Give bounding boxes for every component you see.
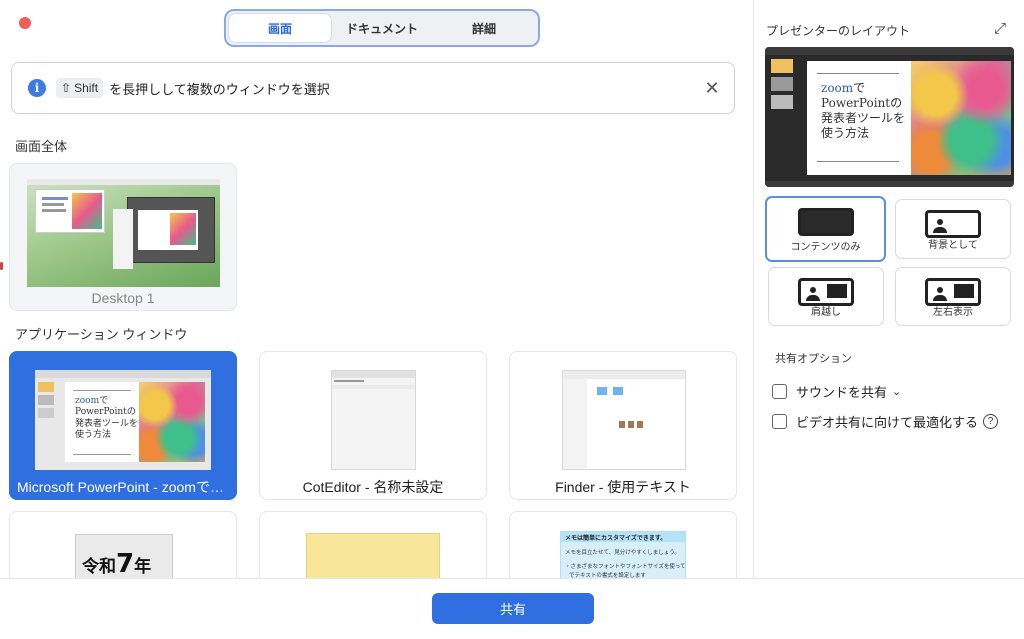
chevron-down-icon[interactable]: ⌄ [892, 385, 901, 398]
option-optimize-video: ビデオ共有に向けて最適化する ? [772, 412, 999, 431]
window-caption-powerpoint: Microsoft PowerPoint - zoomで… [17, 479, 224, 495]
preview-line3: 発表者ツールを [821, 111, 906, 125]
window-tile-coteditor[interactable]: CotEditor - 名称未設定 [259, 351, 487, 500]
banner-text: を長押しして複数のウィンドウを選択 [109, 81, 330, 97]
memo-line-2: メモを目立たせて、見分けやすくしましょう。 [565, 550, 680, 556]
shift-key-hint: ⇧ Shift [56, 78, 104, 98]
preview-line1-suffix: で [853, 81, 866, 95]
window-caption-coteditor: CotEditor - 名称未設定 [302, 479, 444, 495]
section-title-full-screen: 画面全体 [15, 139, 68, 154]
info-icon: i [28, 79, 46, 97]
side-by-side-icon [925, 278, 981, 306]
share-button[interactable]: 共有 [432, 593, 594, 624]
content-only-icon [797, 208, 854, 236]
coteditor-thumbnail [331, 370, 416, 470]
window-tile-powerpoint[interactable]: zoomで PowerPointの 発表者ツールを 使う方法 Microsoft… [9, 351, 237, 500]
tab-document[interactable]: ドキュメント [331, 14, 433, 42]
optimize-video-checkbox[interactable] [772, 414, 787, 429]
edge-marker [0, 262, 3, 270]
reiwa-suffix: 年 [134, 557, 152, 577]
share-sound-checkbox[interactable] [772, 384, 787, 399]
option-share-sound: サウンドを共有 ⌄ [772, 382, 901, 401]
finder-thumbnail [562, 370, 686, 470]
over-shoulder-icon [798, 278, 854, 306]
slide-line3: 発表者ツールを [75, 418, 139, 429]
shift-key-label: Shift [74, 81, 99, 95]
slide-zoom-text: zoom [75, 396, 100, 406]
layout-label-over-shoulder: 肩越し [811, 307, 841, 318]
desktop-tile[interactable]: Desktop 1 [9, 163, 237, 311]
slide-line2: PowerPointの [75, 407, 136, 418]
preview-line4: 使う方法 [821, 126, 870, 140]
expand-icon[interactable]: ⤢ [991, 19, 1009, 37]
preview-zoom-text: zoom [821, 81, 854, 95]
share-type-tabs: 画面 ドキュメント 詳細 [224, 9, 540, 47]
presenter-layout-title: プレゼンターのレイアウト [766, 24, 911, 38]
desktop-caption: Desktop 1 [91, 290, 155, 306]
share-options-title: 共有オプション [775, 353, 852, 365]
layout-label-content-only: コンテンツのみ [790, 242, 861, 253]
help-icon[interactable]: ? [983, 414, 999, 429]
slide-line4: 使う方法 [75, 429, 112, 440]
layout-side-by-side-button[interactable]: 左右表示 [895, 267, 1011, 326]
tab-screen[interactable]: 画面 [229, 14, 331, 42]
tab-advanced[interactable]: 詳細 [433, 14, 535, 42]
memo-line-1: メモは簡単にカスタマイズできます。 [565, 536, 667, 542]
desktop-thumbnail [27, 179, 220, 287]
layout-background-button[interactable]: 背景として [895, 199, 1011, 259]
slide-line1-suffix: で [99, 396, 109, 406]
close-icon[interactable]: ✕ [702, 78, 722, 98]
optimize-video-label[interactable]: ビデオ共有に向けて最適化する [796, 412, 978, 431]
layout-preview: zoomで PowerPointの 発表者ツールを 使う方法 [765, 47, 1014, 187]
info-banner: i ⇧ Shift を長押しして複数のウィンドウを選択 ✕ [11, 62, 735, 114]
layout-label-background: 背景として [928, 240, 978, 251]
window-caption-finder: Finder - 使用テキスト [555, 479, 691, 495]
reiwa-text: 令和 [82, 557, 116, 577]
shift-arrow-icon: ⇧ [61, 81, 72, 95]
layout-label-side-by-side: 左右表示 [933, 307, 973, 318]
preview-line2: PowerPointの [821, 96, 903, 110]
close-window-button[interactable] [19, 17, 31, 29]
section-title-app-windows: アプリケーション ウィンドウ [15, 327, 188, 342]
memo-line-3: ・さまざまなフォントやフォントサイズを使って [565, 564, 686, 570]
reiwa-number: 7 [116, 549, 135, 579]
background-layout-icon [925, 210, 981, 238]
powerpoint-thumbnail: zoomで PowerPointの 発表者ツールを 使う方法 [35, 370, 211, 470]
layout-over-shoulder-button[interactable]: 肩越し [768, 267, 884, 326]
layout-content-only-button[interactable]: コンテンツのみ [765, 196, 886, 262]
window-tile-finder[interactable]: Finder - 使用テキスト [509, 351, 737, 500]
share-sound-label[interactable]: サウンドを共有 [796, 382, 887, 401]
